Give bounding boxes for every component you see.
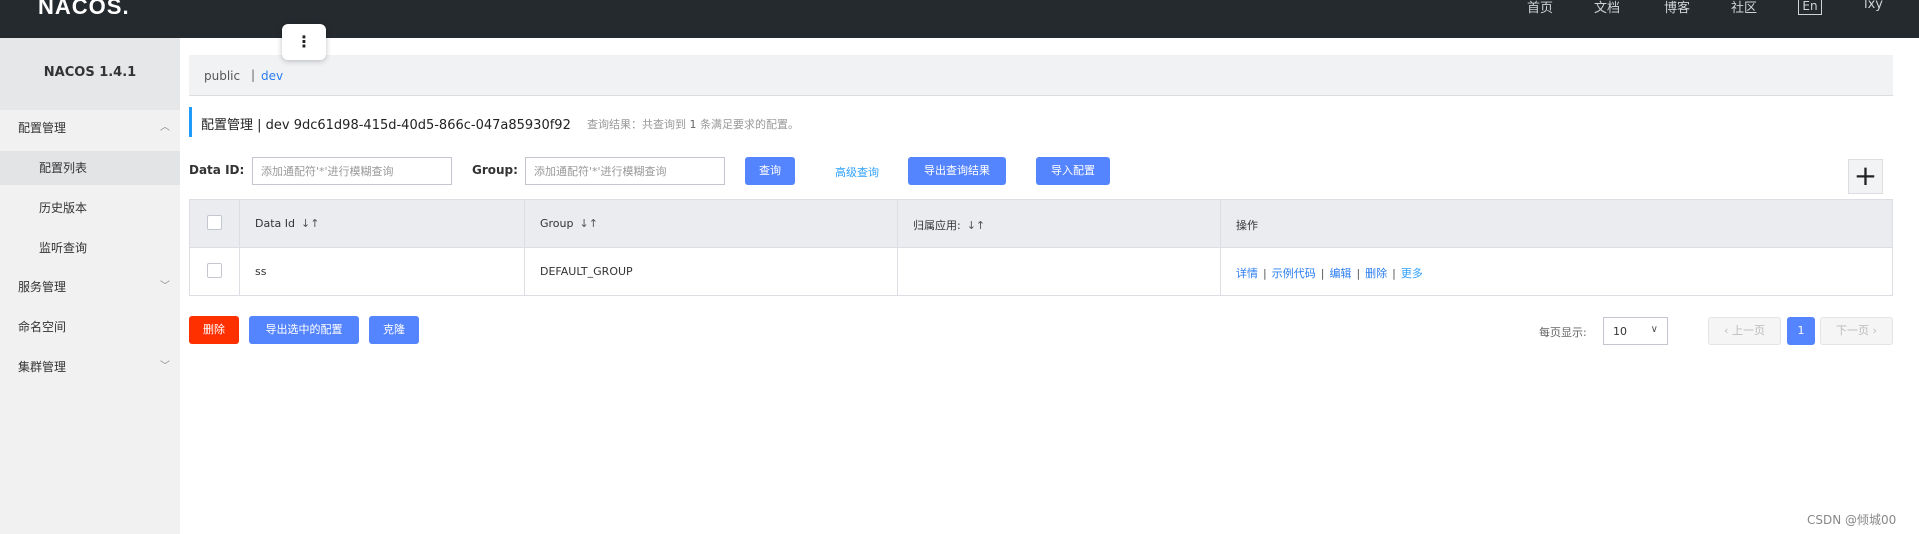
- namespace-bar: public | dev: [189, 55, 1893, 96]
- group-input[interactable]: [525, 157, 725, 185]
- more-link[interactable]: 更多: [1401, 267, 1423, 280]
- sidebar-item-label: 配置列表: [39, 161, 88, 175]
- export-results-button[interactable]: 导出查询结果: [908, 157, 1006, 185]
- sidebar-item-label: 服务管理: [18, 280, 67, 294]
- header-ops-label: 操作: [1236, 219, 1258, 232]
- data-id-input[interactable]: [252, 157, 452, 185]
- sidebar-item-label: 集群管理: [18, 360, 67, 374]
- op-separator: |: [1263, 267, 1267, 280]
- nav-community[interactable]: 社区: [1731, 0, 1757, 16]
- edit-link[interactable]: 编辑: [1329, 267, 1351, 280]
- sidebar-item-label: 历史版本: [39, 201, 88, 215]
- sidebar-item-service-management[interactable]: 服务管理 ﹀: [0, 270, 180, 304]
- nav-docs[interactable]: 文档: [1594, 0, 1620, 16]
- table-header: Data Id ↓↑ Group ↓↑ 归属应用: ↓↑ 操作: [190, 200, 1892, 248]
- query-button[interactable]: 查询: [745, 157, 795, 185]
- namespace-public[interactable]: public: [204, 69, 240, 83]
- import-config-button[interactable]: 导入配置: [1036, 157, 1110, 185]
- header-select-cell: [190, 200, 240, 247]
- sidebar-item-label: 监听查询: [39, 241, 88, 255]
- row-select-cell: [190, 248, 240, 295]
- nav-blog[interactable]: 博客: [1664, 0, 1690, 16]
- next-page-button[interactable]: 下一页 ›: [1820, 317, 1893, 345]
- op-separator: |: [1320, 267, 1325, 280]
- sort-icon[interactable]: ↓↑: [301, 217, 319, 230]
- advanced-query-link[interactable]: 高级查询: [835, 164, 879, 180]
- data-id-label: Data ID:: [189, 163, 245, 177]
- sort-icon[interactable]: ↓↑: [967, 219, 985, 232]
- group-label: Group:: [472, 163, 518, 177]
- chevron-left-icon: ‹: [1724, 324, 1732, 337]
- chevron-right-icon: ›: [1869, 324, 1877, 337]
- header-ops: 操作: [1221, 200, 1892, 247]
- cell-app: [898, 248, 1221, 295]
- op-separator: |: [1356, 267, 1361, 280]
- page-number-current[interactable]: 1: [1787, 317, 1815, 345]
- clone-button[interactable]: 克隆: [369, 316, 419, 344]
- cell-ops: 详情 | 示例代码 | 编辑 | 删除 | 更多: [1221, 248, 1892, 295]
- page-size-value: 10: [1613, 325, 1627, 338]
- header-data-id[interactable]: Data Id ↓↑: [240, 200, 525, 247]
- header-app-label: 归属应用:: [913, 219, 961, 232]
- cell-data-id: ss: [240, 248, 525, 295]
- sidebar-item-label: 配置管理: [18, 121, 67, 135]
- chevron-down-icon: ﹀: [160, 281, 170, 292]
- sidebar-item-namespace[interactable]: 命名空间: [0, 310, 180, 344]
- table-row: ss DEFAULT_GROUP 详情 | 示例代码 | 编辑 | 删除 | 更多: [190, 248, 1892, 295]
- export-selected-button[interactable]: 导出选中的配置: [249, 316, 359, 344]
- chevron-down-icon: ﹀: [160, 361, 170, 372]
- user-name[interactable]: lxy: [1864, 0, 1883, 12]
- chevron-down-icon: ∨: [1650, 324, 1658, 335]
- sidebar-item-config-list[interactable]: 配置列表: [0, 151, 180, 185]
- sidebar: NACOS 1.4.1 配置管理 ︿ 配置列表 历史版本 监听查询 服务管理 ﹀…: [0, 38, 180, 534]
- nav-home[interactable]: 首页: [1527, 0, 1553, 16]
- title-accent-bar: [189, 107, 192, 137]
- sidebar-item-history[interactable]: 历史版本: [0, 191, 180, 225]
- row-checkbox[interactable]: [207, 263, 222, 278]
- namespace-separator: |: [251, 68, 256, 82]
- config-table: Data Id ↓↑ Group ↓↑ 归属应用: ↓↑ 操作 ss DEFAULT_…: [189, 199, 1893, 296]
- next-page-label: 下一页: [1836, 324, 1870, 337]
- prev-page-button[interactable]: ‹ 上一页: [1708, 317, 1781, 345]
- result-count: 1: [689, 118, 697, 131]
- header-group-label: Group: [540, 217, 574, 230]
- more-vertical-icon[interactable]: ⋮: [282, 24, 326, 60]
- sort-icon[interactable]: ↓↑: [580, 217, 598, 230]
- sidebar-item-config-management[interactable]: 配置管理 ︿: [0, 111, 180, 145]
- chevron-up-icon: ︿: [160, 122, 170, 133]
- header-app[interactable]: 归属应用: ↓↑: [898, 200, 1221, 247]
- result-suffix: 条满足要求的配置。: [700, 118, 799, 131]
- page-size-select[interactable]: 10 ∨: [1603, 317, 1668, 345]
- nacos-logo[interactable]: NACOS.: [38, 0, 130, 20]
- result-prefix: 查询结果：共查询到: [587, 118, 686, 131]
- cell-group: DEFAULT_GROUP: [525, 248, 898, 295]
- data-id-value: ss: [255, 265, 267, 278]
- delete-link[interactable]: 删除: [1365, 267, 1387, 280]
- page-title: 配置管理 | dev 9dc61d98-415d-40d5-866c-047a8…: [201, 118, 571, 133]
- query-result-summary: 查询结果：共查询到 1 条满足要求的配置。: [587, 116, 799, 132]
- op-separator: |: [1392, 267, 1396, 280]
- prev-page-label: 上一页: [1731, 324, 1765, 337]
- bulk-delete-button[interactable]: 删除: [189, 316, 239, 344]
- sidebar-item-label: 命名空间: [18, 320, 67, 334]
- page-size-label: 每页显示:: [1539, 326, 1587, 339]
- plus-icon[interactable]: +: [1848, 159, 1883, 194]
- namespace-dev[interactable]: dev: [261, 69, 283, 83]
- group-value: DEFAULT_GROUP: [540, 265, 633, 278]
- header-data-id-label: Data Id: [255, 217, 295, 230]
- sidebar-version: NACOS 1.4.1: [0, 38, 180, 110]
- sample-code-link[interactable]: 示例代码: [1272, 267, 1316, 280]
- sidebar-item-listener-query[interactable]: 监听查询: [0, 231, 180, 265]
- select-all-checkbox[interactable]: [207, 215, 222, 230]
- header-group[interactable]: Group ↓↑: [525, 200, 898, 247]
- language-toggle-button[interactable]: En: [1798, 0, 1822, 15]
- detail-link[interactable]: 详情: [1236, 267, 1258, 280]
- watermark: CSDN @倾城00: [1807, 513, 1897, 527]
- sidebar-item-cluster-management[interactable]: 集群管理 ﹀: [0, 350, 180, 384]
